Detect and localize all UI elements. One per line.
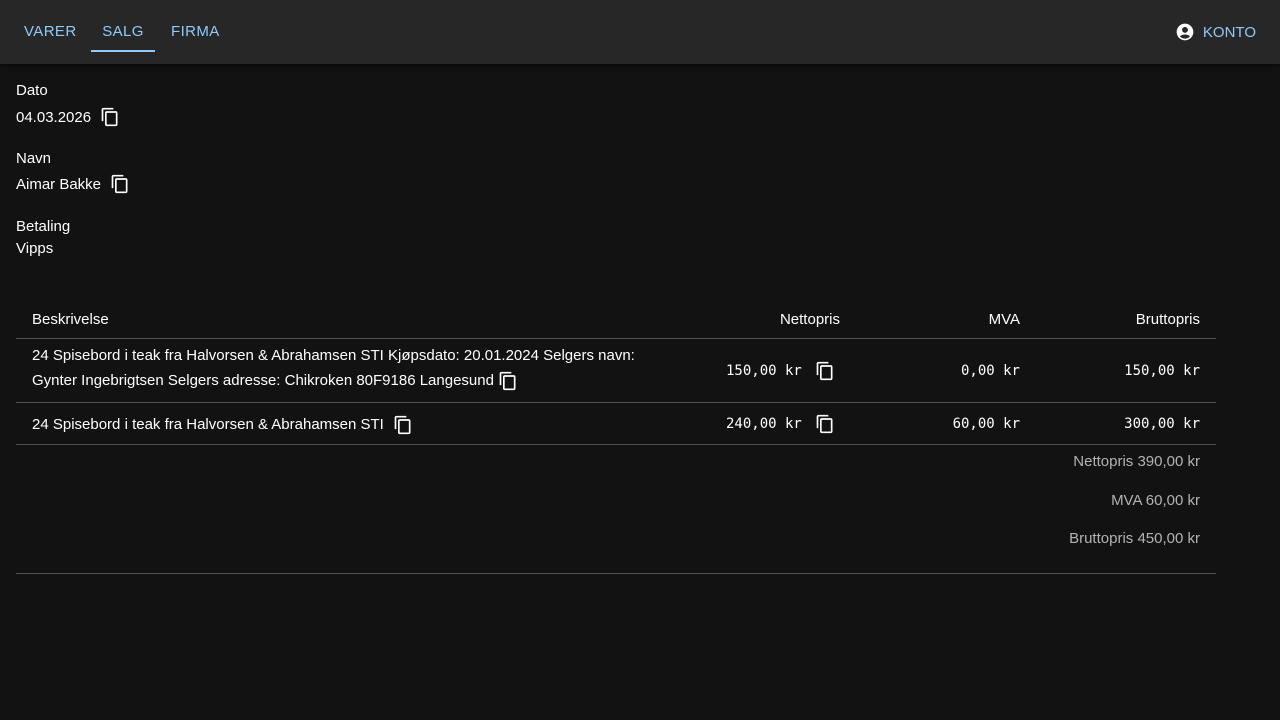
tab-salg[interactable]: SALG <box>91 11 155 52</box>
header-gross: Bruttopris <box>1135 311 1200 328</box>
row-description-line2: Gynter Ingebrigtsen Selgers adresse: Chi… <box>32 372 494 389</box>
name-label: Navn <box>16 150 52 167</box>
row-net-cell: 150,00 kr <box>726 359 837 383</box>
total-net: Nettopris 390,00 kr <box>1073 453 1200 470</box>
copy-net-button[interactable] <box>813 412 837 436</box>
row-description-line1: 24 Spisebord i teak fra Halvorsen & Abra… <box>32 347 635 364</box>
row-description-line1: 24 Spisebord i teak fra Halvorsen & Abra… <box>32 416 384 433</box>
header-description: Beskrivelse <box>32 311 109 328</box>
payment-label: Betaling <box>16 218 71 235</box>
name-row: Aimar Bakke <box>16 172 132 196</box>
copy-net-button[interactable] <box>813 359 837 383</box>
row-description: 24 Spisebord i teak fra Halvorsen & Abra… <box>32 343 672 393</box>
row-vat: 60,00 kr <box>952 416 1020 432</box>
account-circle-icon <box>1176 23 1194 41</box>
copy-date-button[interactable] <box>98 105 122 129</box>
payment-value: Vipps <box>16 240 54 257</box>
totals-row: Nettopris 390,00 kr MVA 60,00 kr Bruttop… <box>16 445 1216 574</box>
row-net: 150,00 kr <box>726 363 802 379</box>
total-gross: Bruttopris 450,00 kr <box>1069 530 1200 547</box>
copy-description-button[interactable] <box>391 413 415 437</box>
header-vat: MVA <box>988 311 1020 328</box>
row-description: 24 Spisebord i teak fra Halvorsen & Abra… <box>32 412 415 437</box>
table-row: 24 Spisebord i teak fra Halvorsen & Abra… <box>16 403 1216 445</box>
table-header-row: Beskrivelse Nettopris MVA Bruttopris <box>16 300 1216 339</box>
name-value: Aimar Bakke <box>16 175 102 193</box>
tab-firma[interactable]: FIRMA <box>171 0 220 64</box>
copy-icon <box>816 361 833 381</box>
table-row: 24 Spisebord i teak fra Halvorsen & Abra… <box>16 339 1216 403</box>
tab-varer[interactable]: VARER <box>24 0 77 64</box>
app-bar: VARER SALG FIRMA KONTO <box>0 0 1280 64</box>
row-net-cell: 240,00 kr <box>726 412 837 436</box>
date-row: 04.03.2026 <box>16 105 122 129</box>
row-net: 240,00 kr <box>726 416 802 432</box>
account-button[interactable]: KONTO <box>1175 0 1256 64</box>
date-value: 04.03.2026 <box>16 108 92 126</box>
copy-icon <box>816 414 833 434</box>
copy-description-button[interactable] <box>496 369 520 393</box>
copy-icon <box>101 107 118 127</box>
row-gross: 300,00 kr <box>1124 416 1200 432</box>
row-gross: 150,00 kr <box>1124 363 1200 379</box>
copy-name-button[interactable] <box>108 172 132 196</box>
account-label: KONTO <box>1202 23 1256 41</box>
copy-icon <box>111 174 128 194</box>
header-net: Nettopris <box>779 311 840 328</box>
copy-icon <box>499 371 516 390</box>
copy-icon <box>394 415 411 434</box>
total-vat: MVA 60,00 kr <box>1111 492 1200 509</box>
date-label: Dato <box>16 82 48 99</box>
row-vat: 0,00 kr <box>960 363 1020 379</box>
